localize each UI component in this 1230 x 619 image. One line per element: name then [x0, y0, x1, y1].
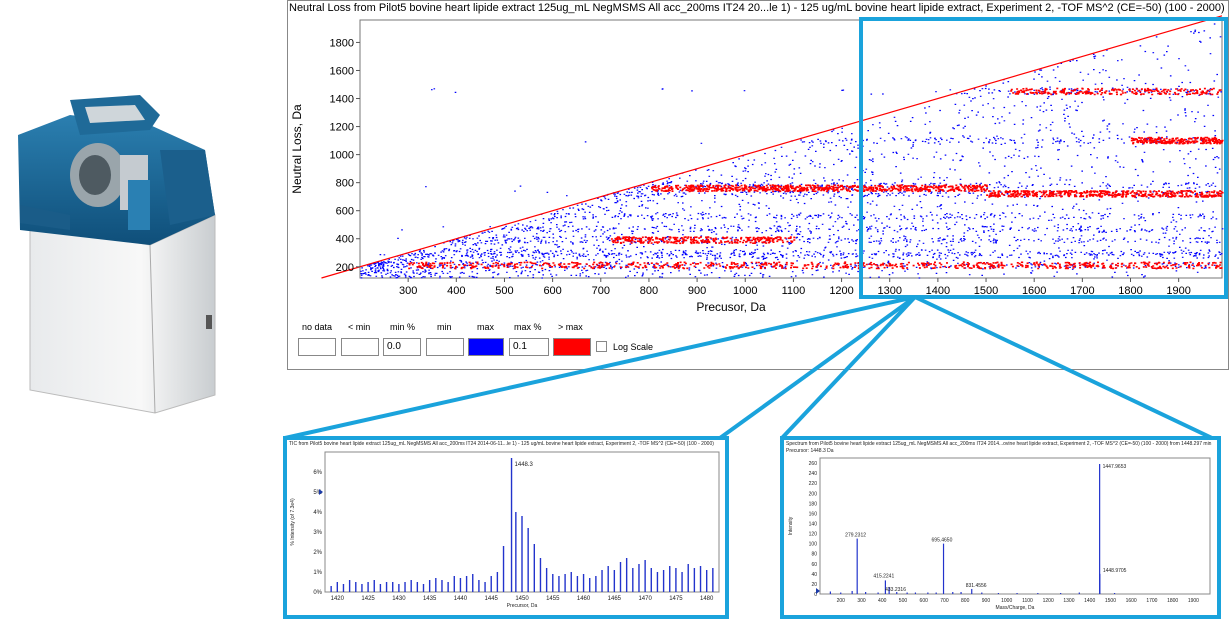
spectrum-x-tick-label: 1600: [1126, 598, 1137, 604]
spectrum-y-tick-label: 20: [811, 582, 817, 588]
spectrum-x-axis-label: Mass/Charge, Da: [996, 605, 1035, 611]
tic-y-tick-label: 3%: [313, 530, 322, 536]
tic-x-axis-label: Precursor, Da: [507, 603, 538, 609]
tic-y-tick-label: 0%: [313, 590, 322, 596]
tic-x-tick-label: 1475: [669, 596, 683, 602]
spectrum-y-tick-label: 160: [809, 511, 818, 517]
tic-y-tick-label: 2%: [313, 550, 322, 556]
tic-x-tick-label: 1425: [361, 596, 375, 602]
spectrum-y-tick-label: 260: [809, 461, 818, 467]
spectrum-y-tick-label: 220: [809, 481, 818, 487]
spectrum-chart: 200 300 400 500 600 700 800 900 1000 1100 1200 1300…: [788, 457, 1211, 611]
spectrum-peak-label: 415.2241: [873, 573, 894, 579]
spectrum-y-tick-label: 200: [809, 491, 818, 497]
connector-right-b: [914, 295, 1213, 440]
tic-x-tick-label: 1420: [331, 596, 345, 602]
spectrum-x-tick-label: 400: [878, 598, 887, 604]
tic-x-tick-label: 1435: [423, 596, 437, 602]
connector-right-a: [780, 295, 917, 440]
spectrum-x-tick-label: 1700: [1146, 598, 1157, 604]
tic-x-tick-label: 1465: [608, 596, 622, 602]
spectrum-y-tick-label: 240: [809, 471, 818, 477]
spectrum-x-tick-label: 600: [920, 598, 929, 604]
tic-x-tick-label: 1440: [454, 596, 468, 602]
tic-x-tick-label: 1445: [485, 596, 499, 602]
spectrum-y-tick-label: 100: [809, 542, 818, 548]
tic-peak-label: 1448.3: [515, 462, 534, 468]
spectrum-x-tick-label: 1200: [1043, 598, 1054, 604]
spectrum-x-tick-label: 1900: [1188, 598, 1199, 604]
spectrum-y-axis-label: Intensity: [788, 516, 794, 535]
spectrum-y-tick-label: 80: [811, 552, 817, 558]
spectrum-x-tick-label: 1500: [1105, 598, 1116, 604]
spectrum-x-tick-label: 200: [837, 598, 846, 604]
spectrum-peak-label: 433.2316: [885, 587, 906, 593]
spectrum-y-tick-label: 40: [811, 572, 817, 578]
spectrum-x-tick-label: 500: [899, 598, 908, 604]
tic-chart: 1420 1425 1430 1435 1440 1445 1450 1455 1460 1465…: [290, 451, 720, 609]
tic-x-tick-label: 1450: [515, 596, 529, 602]
spectrum-peak-label: 831.4556: [966, 583, 987, 589]
spectrum-x-tick-label: 900: [982, 598, 991, 604]
spectrum-y-tick-label: 120: [809, 532, 818, 538]
tic-y-axis-label: % Intensity (of 7.3e4): [290, 498, 296, 546]
spectrum-y-tick-label: 60: [811, 562, 817, 568]
tic-x-tick-label: 1460: [577, 596, 591, 602]
spectrum-x-tick-label: 1800: [1167, 598, 1178, 604]
spectrum-x-tick-label: 300: [857, 598, 866, 604]
spectrum-x-tick-label: 1100: [1022, 598, 1033, 604]
tic-panel: TIC from Pilot5 bovine heart lipide extr…: [283, 436, 729, 619]
spectrum-peak-label: 1447.9653: [1103, 464, 1127, 470]
highlight-region: [859, 17, 1228, 299]
spectrum-y-tick-label: 140: [809, 521, 818, 527]
spectrum-peak-label: 695.4650: [932, 538, 953, 544]
spectrum-x-tick-label: 1000: [1001, 598, 1012, 604]
spectrum-y-tick-label: 180: [809, 501, 818, 507]
spectrum-x-tick-label: 700: [940, 598, 949, 604]
tic-y-tick-label: 4%: [313, 510, 322, 516]
spectrum-x-tick-label: 1400: [1084, 598, 1095, 604]
spectrum-x-tick-label: 800: [961, 598, 970, 604]
tic-x-tick-label: 1480: [700, 596, 714, 602]
spectrum-panel: Spectrum from Pilot5 bovine heart lipide…: [780, 436, 1221, 619]
spectrum-x-tick-label: 1300: [1063, 598, 1074, 604]
spectrum-marker: [816, 588, 820, 594]
tic-y-tick-label: 6%: [313, 470, 322, 476]
tic-x-tick-label: 1455: [546, 596, 560, 602]
spectrum-peak-label: 279.2312: [845, 533, 866, 539]
tic-y-tick-label: 1%: [313, 570, 322, 576]
tic-x-tick-label: 1470: [638, 596, 652, 602]
spectrum-peak-label: 1448.9705: [1103, 568, 1127, 574]
tic-x-tick-label: 1430: [392, 596, 406, 602]
